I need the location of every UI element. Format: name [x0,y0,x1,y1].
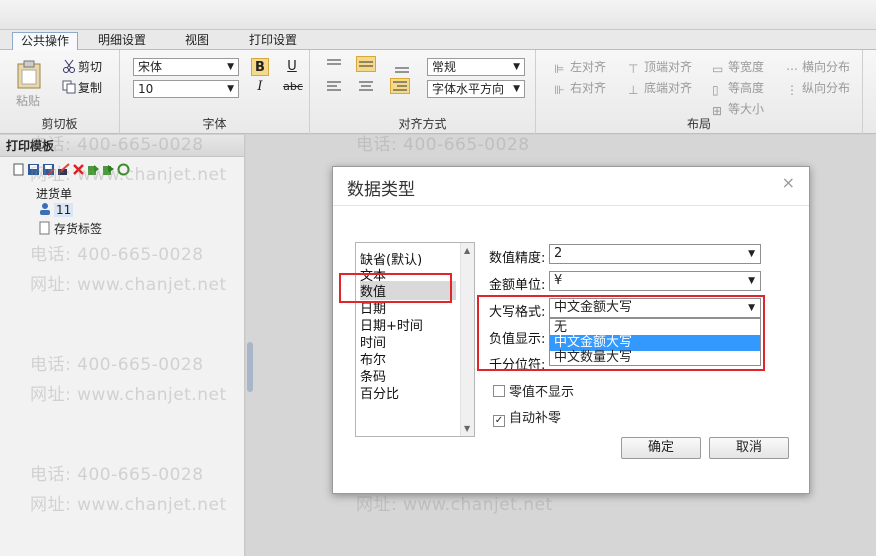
data-type-list[interactable]: 缺省(默认) 文本 数值 日期 日期+时间 时间 布尔 条码 百分比 ▲ ▼ [355,242,475,437]
precision-label: 数值精度: [489,251,546,266]
save-icon[interactable] [27,163,40,176]
panel-title: 打印模板 [0,135,244,157]
currency-select[interactable]: ¥ ▼ [549,271,761,291]
align-middle-icon[interactable] [356,56,376,72]
align-bottom-icon: ⊥ [628,83,639,97]
clipboard-group: 粘贴 剪切 复制 剪切板 [0,50,120,134]
highlight-box [339,273,452,303]
align-group: 常规 ▼ 字体水平方向 ▼ 对齐方式 [310,50,536,134]
align-right-icon: ⊪ [554,83,565,97]
precision-select[interactable]: 2 ▼ [549,244,761,264]
align-bottom-button[interactable]: ⊥ 底端对齐 [628,79,692,97]
tab-detail[interactable]: 明细设置 [90,32,154,50]
align-right-button[interactable]: ⊪ 右对齐 [554,79,606,97]
export-icon[interactable] [102,163,115,176]
chevron-down-icon: ▼ [227,62,234,72]
title-bar [0,0,876,30]
copy-icon [62,80,76,94]
tree-node-label[interactable]: 存货标签 [38,220,102,237]
import-icon[interactable] [87,163,100,176]
highlight-box [477,295,765,371]
horizontal-distribute-button[interactable]: ⋯ 横向分布 [786,58,850,76]
chevron-down-icon: ▼ [513,81,520,97]
checkmark-icon: ✓ [493,415,505,427]
italic-button[interactable]: I [251,78,269,96]
tab-common[interactable]: 公共操作 [12,32,79,50]
panel-toolbar [12,163,132,179]
v-distribute-icon: ⋮ [786,83,798,97]
tab-view[interactable]: 视图 [177,32,217,50]
data-type-dialog: 数据类型 × 缺省(默认) 文本 数值 日期 日期+时间 时间 布尔 条码 百分… [332,166,810,494]
font-label: 字体 [202,117,227,131]
dialog-divider [333,205,809,206]
list-scrollbar[interactable]: ▲ ▼ [460,243,474,436]
vertical-distribute-button[interactable]: ⋮ 纵向分布 [786,79,850,97]
h-distribute-icon: ⋯ [786,62,798,76]
scissors-icon [62,59,76,73]
scroll-down-icon[interactable]: ▼ [464,424,470,433]
bold-button[interactable]: B [251,58,269,76]
same-width-button[interactable]: ▭ 等宽度 [712,58,764,76]
checkbox-icon [493,385,505,397]
text-direction-select[interactable]: 字体水平方向 ▼ [427,80,525,98]
same-height-button[interactable]: ▯ 等高度 [712,79,764,97]
dialog-title: 数据类型 [347,180,415,200]
ribbon: 粘贴 剪切 复制 剪切板 宋体 ▼ 10 ▼ B U I abc 字体 常规 ▼ 字体… [0,50,876,134]
same-width-icon: ▭ [712,62,724,76]
edit-icon[interactable] [57,163,70,176]
same-height-icon: ▯ [712,83,719,97]
tree-node-11[interactable]: 11 [38,202,74,217]
align-left-button[interactable]: ⊫ 左对齐 [554,58,606,76]
scroll-up-icon[interactable]: ▲ [464,246,470,255]
align-left-icon: ⊫ [554,62,565,76]
layout-group: ⊫ 左对齐 ⊪ 右对齐 ⊤ 顶端对齐 ⊥ 底端对齐 ▭ 等宽度 ▯ 等高度 ⊞ 等大小 ⋯ 横向… [536,50,863,134]
chevron-down-icon: ▼ [513,62,520,72]
font-group: 宋体 ▼ 10 ▼ B U I abc 字体 [120,50,310,134]
ribbon-tabs: 公共操作 明细设置 视图 打印设置 [0,30,876,50]
auto-pad-checkbox[interactable]: ✓ 自动补零 [493,407,561,427]
user-icon [38,202,52,216]
tab-print[interactable]: 打印设置 [241,32,305,50]
save-as-icon[interactable] [42,163,55,176]
document-icon [38,221,52,235]
align-left-icon[interactable] [326,80,342,97]
font-name-select[interactable]: 宋体 ▼ [133,58,239,76]
align-top-button[interactable]: ⊤ 顶端对齐 [628,58,692,76]
cancel-button[interactable]: 取消 [709,437,789,459]
font-size-select[interactable]: 10 ▼ [133,80,239,98]
list-item[interactable]: 百分比 [360,383,399,402]
paste-button[interactable]: 粘贴 [16,92,40,109]
align-right-icon[interactable] [390,78,410,94]
clipboard-label: 剪切板 [41,117,78,131]
strikethrough-button[interactable]: abc [280,78,306,96]
ok-button[interactable]: 确定 [621,437,701,459]
chevron-down-icon: ▼ [748,249,755,259]
tree-node-purchase[interactable]: 进货单 [36,185,72,202]
close-icon[interactable]: × [782,173,795,192]
delete-icon[interactable] [72,163,85,176]
text-style-select[interactable]: 常规 ▼ [427,58,525,76]
cut-button[interactable]: 剪切 [62,58,102,75]
chevron-down-icon: ▼ [227,84,234,94]
align-center-icon[interactable] [358,80,374,97]
align-label: 对齐方式 [398,117,447,131]
align-bottom-icon[interactable] [394,60,410,77]
panel-splitter[interactable] [247,342,253,392]
align-top-icon[interactable] [326,58,342,75]
underline-button[interactable]: U [283,58,301,76]
zero-hide-checkbox[interactable]: 零值不显示 [493,381,574,400]
currency-label: 金额单位: [489,278,546,293]
layout-label: 布局 [686,117,711,131]
refresh-icon[interactable] [117,163,130,176]
chevron-down-icon: ▼ [748,276,755,286]
new-icon[interactable] [12,163,25,176]
align-top-icon: ⊤ [628,62,639,76]
template-panel: 打印模板 进货单 11 存货标签 [0,135,245,556]
paste-icon[interactable] [16,60,42,90]
copy-button[interactable]: 复制 [62,79,102,96]
